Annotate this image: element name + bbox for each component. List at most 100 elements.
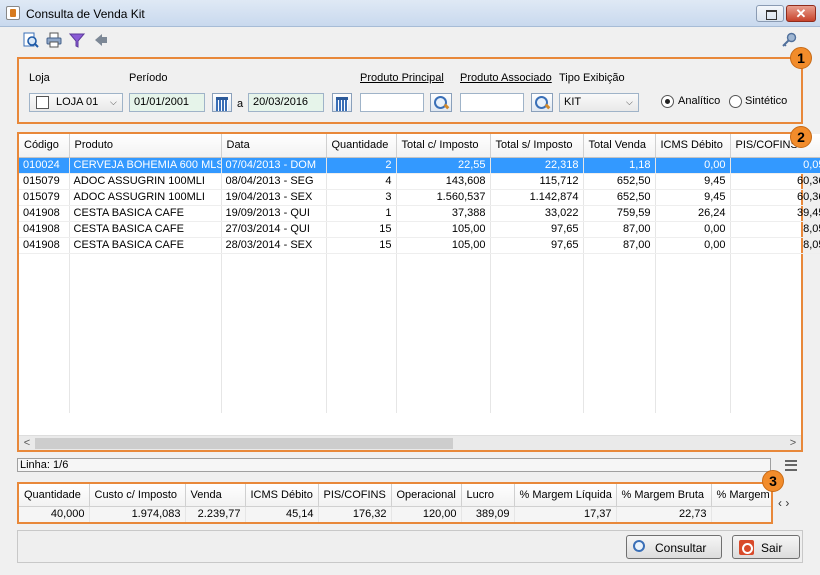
empty-row	[19, 253, 820, 269]
empty-cell	[583, 365, 656, 381]
produto-principal-input[interactable]	[360, 93, 424, 112]
table-cell: ADOC ASSUGRIN 100MLI	[69, 173, 222, 190]
table-row[interactable]: 041908 CESTA BASICA CAFE 28/03/2014 - SEX 1…	[19, 237, 820, 254]
callout-badge-2: 2	[790, 126, 812, 148]
produto-principal-link[interactable]: Produto Principal	[360, 72, 444, 84]
empty-row	[19, 365, 820, 381]
empty-cell	[221, 333, 327, 349]
restore-button[interactable]	[756, 5, 784, 22]
table-cell: 07/04/2013 - DOM	[221, 157, 327, 174]
filter-icon[interactable]	[69, 32, 85, 48]
empty-row	[19, 285, 820, 301]
table-cell: 2	[326, 157, 397, 174]
date-from-field[interactable]: 01/01/2001	[129, 93, 205, 112]
scrollbar-thumb[interactable]	[35, 438, 453, 449]
back-arrow-icon[interactable]	[93, 32, 109, 48]
tipo-exibicao-select[interactable]: KIT ⌵	[559, 93, 639, 112]
table-row[interactable]: 041908 CESTA BASICA CAFE 19/09/2013 - QUI 1…	[19, 205, 820, 222]
close-button[interactable]: ✕	[786, 5, 816, 22]
radio-analitico-label[interactable]: Analítico	[678, 95, 720, 107]
column-header[interactable]: Produto	[69, 134, 222, 158]
table-row[interactable]: 041908 CESTA BASICA CAFE 27/03/2014 - QUI 1…	[19, 221, 820, 238]
table-cell: 041908	[19, 221, 70, 238]
empty-row	[19, 301, 820, 317]
table-cell: CESTA BASICA CAFE	[69, 205, 222, 222]
date-to-field[interactable]: 20/03/2016	[248, 93, 324, 112]
table-cell: 28/03/2014 - SEX	[221, 237, 327, 254]
table-row[interactable]: 015079 ADOC ASSUGRIN 100MLI 08/04/2013 - S…	[19, 173, 820, 190]
produto-associado-link[interactable]: Produto Associado	[460, 72, 552, 84]
column-header[interactable]: ICMS Débito	[655, 134, 731, 158]
table-cell: CERVEJA BOHEMIA 600 MLS	[69, 157, 222, 174]
empty-cell	[396, 253, 491, 269]
totals-panel: Quantidade Custo c/ Imposto Venda ICMS Débi…	[17, 482, 773, 524]
totals-value: 17,37	[514, 506, 617, 522]
filters-panel: Loja LOJA 01 ⌵ Período 01/01/2001 a 20/0…	[17, 57, 803, 124]
empty-cell	[221, 253, 327, 269]
calendar-to-button[interactable]	[332, 93, 352, 112]
table-cell: ADOC ASSUGRIN 100MLI	[69, 189, 222, 206]
produto-principal-search-button[interactable]	[430, 93, 452, 112]
column-header[interactable]: Total s/ Imposto	[490, 134, 584, 158]
empty-cell	[19, 269, 70, 285]
empty-cell	[326, 269, 397, 285]
sair-button[interactable]: Sair	[732, 535, 800, 559]
empty-cell	[19, 397, 70, 413]
table-cell: 08/04/2013 - SEG	[221, 173, 327, 190]
radio-analitico[interactable]	[661, 95, 674, 108]
empty-cell	[583, 397, 656, 413]
scroll-right-arrow[interactable]: >	[786, 436, 800, 451]
produto-associado-search-button[interactable]	[531, 93, 553, 112]
table-row[interactable]: 015079 ADOC ASSUGRIN 100MLI 19/04/2013 - S…	[19, 189, 820, 206]
key-icon[interactable]	[781, 32, 797, 48]
date-separator: a	[237, 98, 244, 110]
column-header[interactable]: Código	[19, 134, 70, 158]
table-cell: 105,00	[396, 237, 491, 254]
column-header[interactable]: Quantidade	[326, 134, 397, 158]
table-cell: 97,65	[490, 237, 584, 254]
empty-cell	[396, 381, 491, 397]
totals-value: 1.974,083	[89, 506, 186, 522]
totals-value: 45,14	[245, 506, 319, 522]
empty-cell	[583, 317, 656, 333]
empty-cell	[221, 349, 327, 365]
totals-column-header: Venda	[185, 484, 246, 507]
printer-icon[interactable]	[46, 32, 62, 48]
produto-associado-input[interactable]	[460, 93, 524, 112]
loja-label: Loja	[29, 72, 50, 84]
column-header[interactable]: Data	[221, 134, 327, 158]
empty-row	[19, 317, 820, 333]
radio-sintetico[interactable]	[729, 95, 742, 108]
loja-checkbox[interactable]	[36, 96, 49, 109]
search-document-icon[interactable]	[23, 32, 39, 48]
empty-cell	[69, 333, 222, 349]
scroll-left-arrow[interactable]: <	[20, 436, 34, 451]
table-cell: 39,45	[730, 205, 820, 222]
horizontal-scrollbar[interactable]: < >	[19, 435, 801, 450]
totals-column-header: Lucro	[461, 484, 515, 507]
table-cell: 15	[326, 237, 397, 254]
totals-value: 22,73	[616, 506, 712, 522]
empty-cell	[583, 349, 656, 365]
totals-column-header: Quantidade	[19, 484, 90, 507]
empty-cell	[326, 317, 397, 333]
radio-sintetico-label[interactable]: Sintético	[745, 95, 787, 107]
table-cell: 0,00	[655, 157, 731, 174]
totals-scroll-arrows[interactable]: ‹ ›	[778, 496, 789, 510]
table-cell: 143,608	[396, 173, 491, 190]
consultar-button[interactable]: Consultar	[626, 535, 722, 559]
loja-select[interactable]: LOJA 01 ⌵	[29, 93, 123, 112]
totals-column-header: ICMS Débito	[245, 484, 319, 507]
empty-cell	[730, 381, 820, 397]
table-cell: 115,712	[490, 173, 584, 190]
calendar-from-button[interactable]	[212, 93, 232, 112]
table-cell: 22,318	[490, 157, 584, 174]
column-header[interactable]: Total c/ Imposto	[396, 134, 491, 158]
column-header[interactable]: Total Venda	[583, 134, 656, 158]
menu-icon[interactable]	[785, 460, 797, 471]
table-row[interactable]: 010024 CERVEJA BOHEMIA 600 MLS 07/04/2013 …	[19, 157, 820, 174]
empty-cell	[221, 285, 327, 301]
empty-cell	[655, 397, 731, 413]
table-cell: 1,18	[583, 157, 656, 174]
empty-cell	[19, 301, 70, 317]
